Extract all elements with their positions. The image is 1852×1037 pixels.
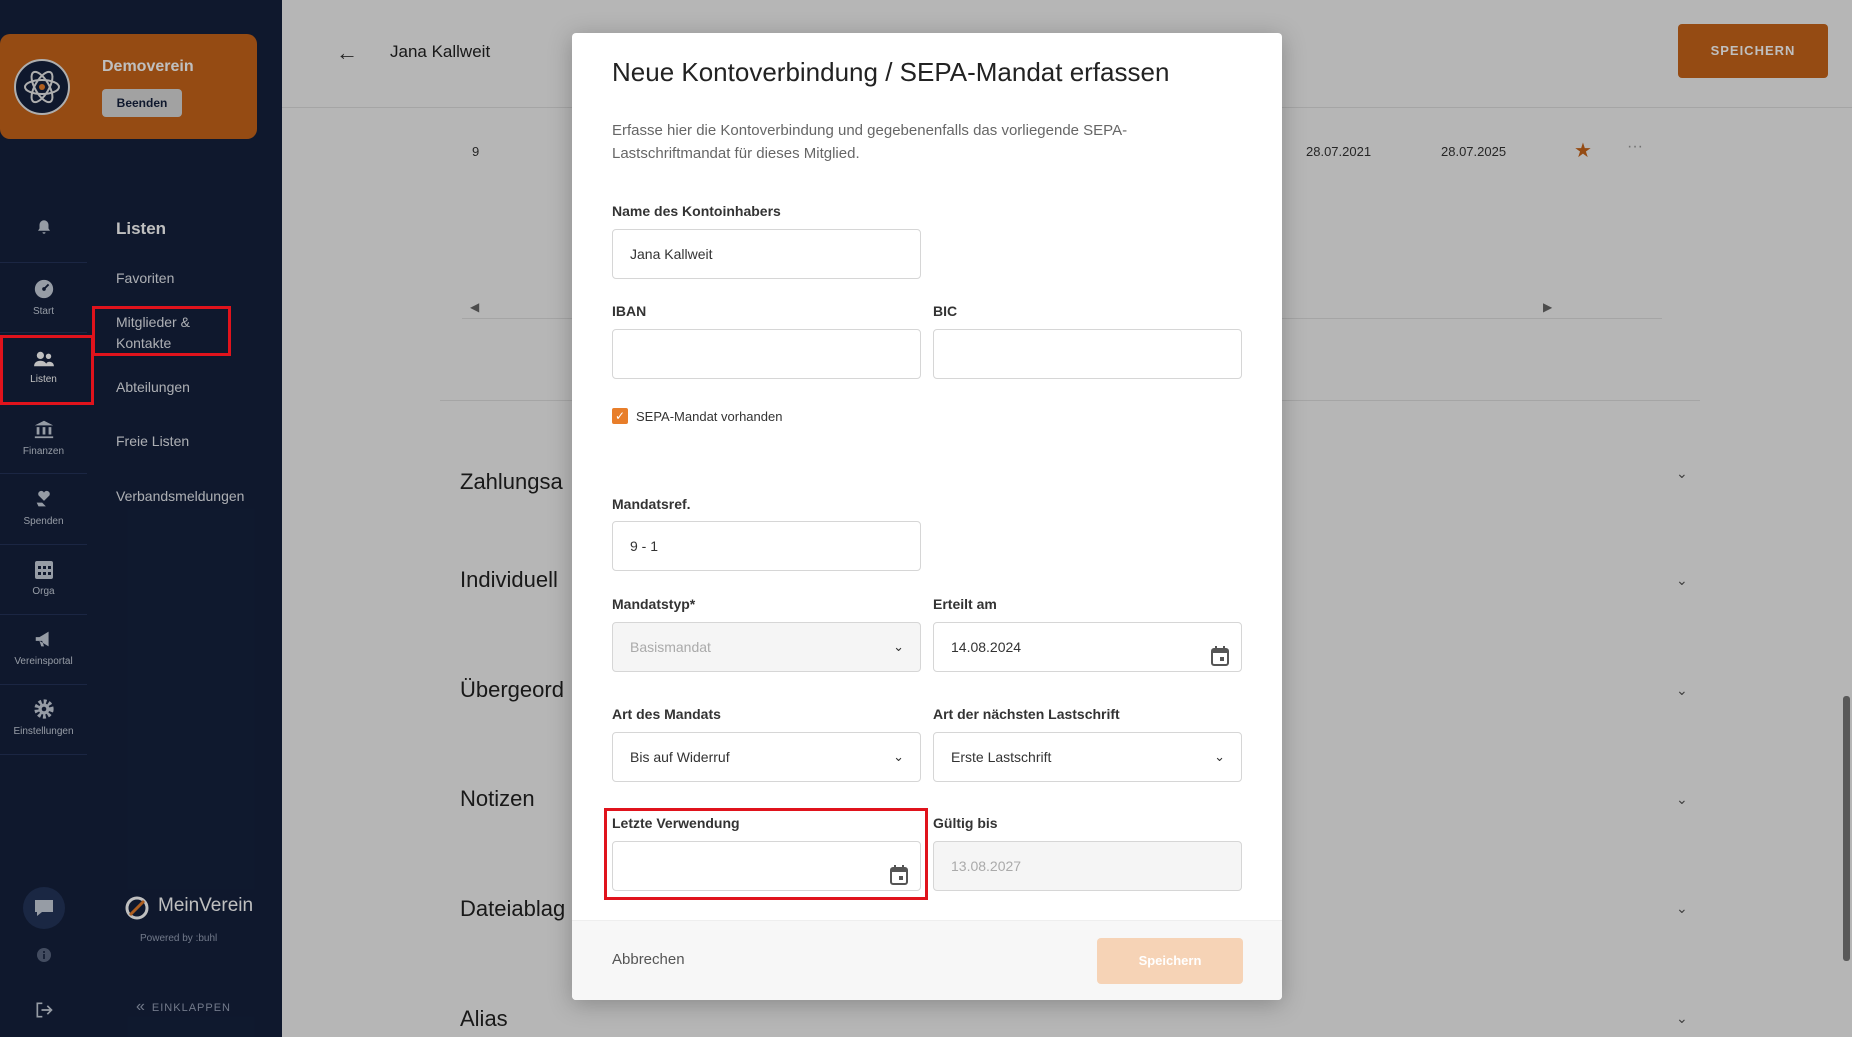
issued-on-label: Erteilt am [933, 596, 997, 612]
mandate-kind-select[interactable]: Bis auf Widerruf ⌄ [612, 732, 921, 782]
issued-on-date-input[interactable]: 14.08.2024 [933, 622, 1242, 672]
chevron-down-icon: ⌄ [1214, 749, 1225, 764]
bic-label: BIC [933, 303, 958, 319]
chevron-down-icon: ⌄ [893, 639, 904, 654]
next-debit-label: Art der nächsten Lastschrift [933, 706, 1120, 722]
valid-until-label: Gültig bis [933, 815, 998, 831]
last-used-date-input[interactable] [612, 841, 921, 891]
next-debit-select[interactable]: Erste Lastschrift ⌄ [933, 732, 1242, 782]
mandate-ref-input[interactable]: 9 - 1 [612, 521, 921, 571]
mandate-type-label: Mandatstyp* [612, 596, 696, 612]
chevron-down-icon: ⌄ [893, 749, 904, 764]
save-button[interactable]: Speichern [1097, 938, 1243, 984]
last-used-label: Letzte Verwendung [612, 815, 740, 831]
iban-label: IBAN [612, 303, 647, 319]
modal-footer: Abbrechen Speichern [572, 920, 1282, 1000]
account-holder-input[interactable]: Jana Kallweit [612, 229, 921, 279]
cancel-button[interactable]: Abbrechen [612, 951, 685, 968]
modal-title: Neue Kontoverbindung / SEPA-Mandat erfas… [612, 57, 1170, 87]
sepa-modal: Neue Kontoverbindung / SEPA-Mandat erfas… [572, 33, 1282, 1000]
calendar-icon[interactable] [890, 856, 908, 904]
account-holder-label: Name des Kontoinhabers [612, 203, 781, 219]
valid-until-input: 13.08.2027 [933, 841, 1242, 891]
calendar-icon[interactable] [1211, 637, 1229, 685]
sepa-checkbox[interactable]: ✓ [612, 408, 628, 424]
sepa-checkbox-label: SEPA-Mandat vorhanden [636, 409, 783, 424]
mandate-type-select[interactable]: Basismandat ⌄ [612, 622, 921, 672]
mandate-kind-label: Art des Mandats [612, 706, 721, 722]
bic-input[interactable] [933, 329, 1242, 379]
mandate-ref-label: Mandatsref. [612, 496, 691, 512]
iban-input[interactable] [612, 329, 921, 379]
modal-description: Erfasse hier die Kontoverbindung und geg… [612, 122, 1128, 162]
